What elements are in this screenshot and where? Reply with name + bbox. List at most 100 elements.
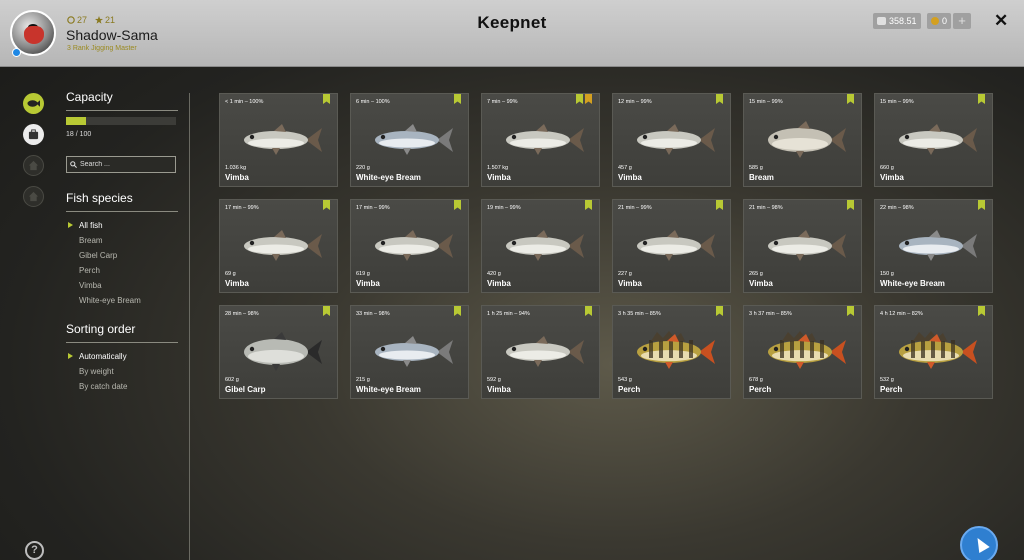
species-vimba[interactable]: Vimba <box>66 278 178 293</box>
catch-info: 21 min – 98% <box>749 205 783 211</box>
tag-group <box>323 306 330 316</box>
species-gibel-carp[interactable]: Gibel Carp <box>66 248 178 263</box>
silver-fish-icon <box>375 230 453 261</box>
fish-weight: 678 g <box>749 377 763 383</box>
keepnet-tab[interactable] <box>23 93 44 114</box>
fish-name: White-eye Bream <box>880 279 945 288</box>
close-button[interactable]: ✕ <box>994 11 1008 31</box>
cursor-icon <box>972 534 990 554</box>
silver-fish-icon <box>768 230 846 261</box>
fish-card[interactable]: 17 min – 99% 619 g Vimba <box>350 199 469 293</box>
check-ribbon-icon <box>716 94 723 104</box>
silver-fish-icon <box>899 124 977 155</box>
fish-card[interactable]: 1 h 25 min – 94% 592 g Vimba <box>481 305 600 399</box>
tag-group <box>323 94 330 104</box>
house-icon <box>28 191 39 202</box>
fish-weight: 619 g <box>356 271 370 277</box>
fish-card[interactable]: 19 min – 99% 420 g Vimba <box>481 199 600 293</box>
fish-weight: 1.036 kg <box>225 165 247 171</box>
capacity-fill <box>66 117 86 125</box>
sort-by-weight[interactable]: By weight <box>66 364 178 379</box>
search-input[interactable] <box>79 161 175 168</box>
species-white-eye-bream[interactable]: White-eye Bream <box>66 293 178 308</box>
fish-weight: 420 g <box>487 271 501 277</box>
fish-weight: 150 g <box>880 271 894 277</box>
fish-card[interactable]: < 1 min – 100% 1.036 kg Vimba <box>219 93 338 187</box>
help-button[interactable]: ? <box>25 541 44 560</box>
fish-card[interactable]: 17 min – 99% 69 g Vimba <box>219 199 338 293</box>
silver-coin-icon <box>877 17 886 25</box>
fish-card[interactable]: 12 min – 99% 457 g Vimba <box>612 93 731 187</box>
catch-info: 3 h 37 min – 85% <box>749 311 792 317</box>
species-perch[interactable]: Perch <box>66 263 178 278</box>
check-ribbon-icon <box>323 200 330 210</box>
silver-fish-icon <box>244 124 322 155</box>
check-ribbon-icon <box>716 200 723 210</box>
divider <box>66 342 178 343</box>
fish-weight: 227 g <box>618 271 632 277</box>
home-tab-1[interactable] <box>23 155 44 176</box>
fish-name: Vimba <box>880 173 904 182</box>
fish-card[interactable]: 21 min – 98% 265 g Vimba <box>743 199 862 293</box>
fish-card[interactable]: 21 min – 99% 227 g Vimba <box>612 199 731 293</box>
filter-sidebar: Capacity 18 / 100 Fish species All fishB… <box>66 90 178 394</box>
catch-info: 19 min – 99% <box>487 205 521 211</box>
search-box[interactable] <box>66 156 176 173</box>
fish-weight: 1.507 kg <box>487 165 509 171</box>
check-ribbon-icon <box>716 306 723 316</box>
silver-balance[interactable]: 358.51 <box>873 13 921 29</box>
fish-name: Vimba <box>749 279 773 288</box>
sort-by-catch-date[interactable]: By catch date <box>66 379 178 394</box>
capacity-count: 18 / 100 <box>66 131 92 138</box>
fish-card[interactable]: 33 min – 98% 215 g White-eye Bream <box>350 305 469 399</box>
fish-card[interactable]: 6 min – 100% 220 g White-eye Bream <box>350 93 469 187</box>
fish-name: Vimba <box>487 279 511 288</box>
orange-ribbon-icon <box>585 94 592 104</box>
tag-group <box>847 306 854 316</box>
species-all-fish[interactable]: All fish <box>66 218 178 233</box>
bream-fish-icon <box>768 121 846 158</box>
tag-group <box>716 200 723 210</box>
tag-group <box>978 94 985 104</box>
check-ribbon-icon <box>847 94 854 104</box>
fish-name: Gibel Carp <box>225 385 266 394</box>
fish-name: Vimba <box>487 173 511 182</box>
capacity-heading: Capacity <box>66 90 113 104</box>
silver-fish-icon <box>244 230 322 261</box>
perch-fish-icon <box>637 331 715 369</box>
fish-name: Bream <box>749 173 774 182</box>
fish-card[interactable]: 3 h 35 min – 85% 543 g Perch <box>612 305 731 399</box>
sort-automatically[interactable]: Automatically <box>66 349 178 364</box>
fish-card[interactable]: 3 h 37 min – 85% 678 g Perch <box>743 305 862 399</box>
species-bream[interactable]: Bream <box>66 233 178 248</box>
tag-group <box>716 306 723 316</box>
gold-coin-icon <box>931 17 939 25</box>
silver-fish-icon <box>506 336 584 367</box>
whiteeye-fish-icon <box>899 230 977 261</box>
fish-card[interactable]: 28 min – 98% 602 g Gibel Carp <box>219 305 338 399</box>
catch-info: 15 min – 99% <box>749 99 783 105</box>
fish-card[interactable]: 7 min – 99% 1.507 kg Vimba <box>481 93 600 187</box>
sorting-list: Automatically By weight By catch date <box>66 349 178 394</box>
fish-card[interactable]: 15 min – 99% 660 g Vimba <box>874 93 993 187</box>
home-tab-2[interactable] <box>23 186 44 207</box>
fish-card[interactable]: 22 min – 98% 150 g White-eye Bream <box>874 199 993 293</box>
player-rank: 3 Rank Jigging Master <box>67 45 137 52</box>
bag-tab[interactable] <box>23 124 44 145</box>
tag-group <box>978 200 985 210</box>
silver-fish-icon <box>506 124 584 155</box>
add-currency-button[interactable]: + <box>953 13 971 29</box>
species-filter-list: All fish Bream Gibel Carp Perch Vimba White-e… <box>66 218 178 308</box>
tag-group <box>454 200 461 210</box>
top-bar: 27 21 Shadow-Sama 3 Rank Jigging Master … <box>0 0 1024 67</box>
cursor-mode-button[interactable] <box>960 526 998 560</box>
divider <box>66 110 178 111</box>
carp-fish-icon <box>244 332 322 371</box>
fish-card[interactable]: 15 min – 99% 585 g Bream <box>743 93 862 187</box>
gold-balance[interactable]: 0 <box>927 13 951 29</box>
fish-weight: 532 g <box>880 377 894 383</box>
sidebar-divider <box>189 93 190 560</box>
fish-card[interactable]: 4 h 12 min – 82% 532 g Perch <box>874 305 993 399</box>
tag-group <box>454 306 461 316</box>
fish-weight: 543 g <box>618 377 632 383</box>
